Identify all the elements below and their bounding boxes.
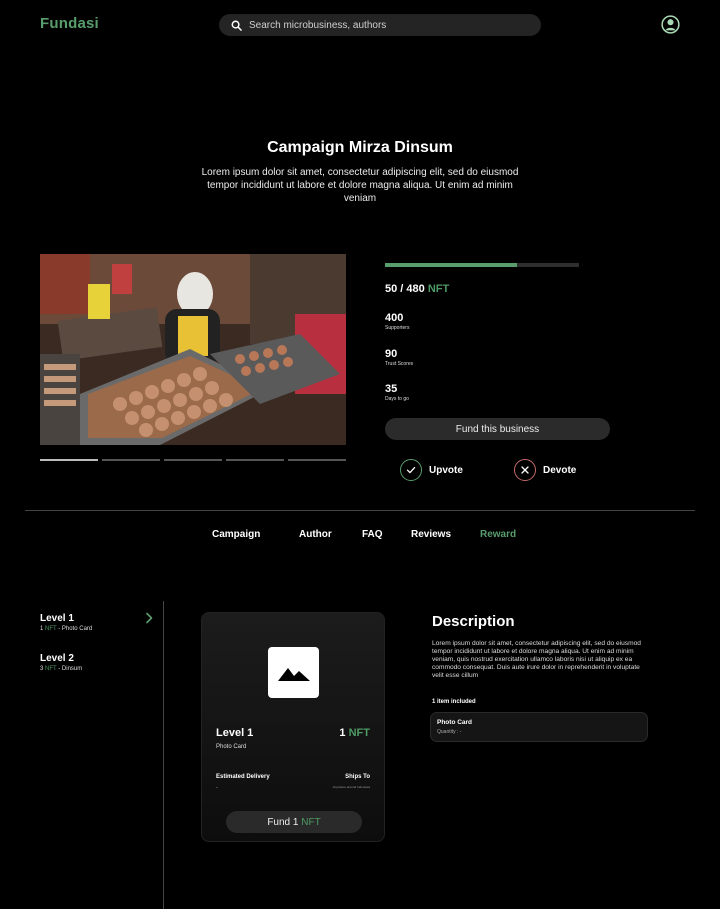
close-icon	[514, 459, 536, 481]
campaign-photo	[40, 254, 346, 445]
gallery-indicator[interactable]	[40, 459, 346, 461]
check-icon	[400, 459, 422, 481]
funding-progress-fill	[385, 263, 517, 267]
devote-button[interactable]: Devote	[514, 459, 576, 481]
gallery-dot[interactable]	[288, 459, 346, 461]
reward-card: Level 1 Photo Card 1 NFT Estimated Deliv…	[201, 612, 385, 842]
tab-reviews[interactable]: Reviews	[411, 529, 451, 540]
reward-price: 1 NFT	[339, 727, 370, 739]
image-placeholder-icon	[268, 647, 319, 698]
gallery-dot[interactable]	[164, 459, 222, 461]
level-item-1[interactable]: Level 1 1 NFT - Photo Card	[40, 613, 92, 633]
upvote-button[interactable]: Upvote	[400, 459, 463, 481]
logo[interactable]: Fundasi	[40, 15, 99, 32]
search-input[interactable]	[249, 19, 519, 31]
user-avatar-icon[interactable]	[661, 15, 680, 34]
reward-item: Photo Card	[216, 744, 247, 750]
description-heading: Description	[432, 613, 515, 630]
reward-level: Level 1	[216, 727, 254, 739]
campaign-title: Campaign Mirza Dinsum	[267, 139, 453, 156]
search-bar[interactable]	[219, 14, 541, 36]
tab-faq[interactable]: FAQ	[362, 529, 383, 540]
section-divider	[25, 510, 695, 511]
gallery-dot[interactable]	[102, 459, 160, 461]
days-to-go-stat: 35 Days to go	[385, 383, 409, 402]
tab-reward[interactable]: Reward	[480, 529, 516, 540]
gallery-dot[interactable]	[226, 459, 284, 461]
fund-reward-button[interactable]: Fund 1 NFT	[226, 811, 362, 833]
funding-progress-bar	[385, 263, 579, 267]
items-included-label: 1 item included	[432, 699, 476, 705]
level-item-2[interactable]: Level 2 3 NFT - Dinsum	[40, 653, 82, 673]
fund-business-button[interactable]: Fund this business	[385, 418, 610, 440]
chevron-right-icon[interactable]	[145, 612, 153, 624]
delivery-label: Estimated Delivery	[216, 774, 270, 780]
tab-campaign[interactable]: Campaign	[212, 529, 260, 540]
gallery-dot[interactable]	[40, 459, 98, 461]
ships-to-value: Anywhere around Indonesia	[332, 785, 370, 789]
search-icon	[231, 20, 242, 31]
supporters-stat: 400 Supporters	[385, 312, 410, 331]
trust-score-stat: 90 Trust Scores	[385, 348, 414, 367]
nft-count: 50 / 480 NFT	[385, 283, 450, 295]
included-item: Photo Card Quantity : -	[430, 712, 648, 742]
description-text: Lorem ipsum dolor sit amet, consectetur …	[432, 640, 641, 679]
sidebar-divider	[163, 601, 164, 909]
campaign-description: Lorem ipsum dolor sit amet, consectetur …	[201, 167, 519, 204]
delivery-value: -	[216, 785, 218, 791]
ships-to-label: Ships To	[345, 774, 370, 780]
tab-author[interactable]: Author	[299, 529, 332, 540]
